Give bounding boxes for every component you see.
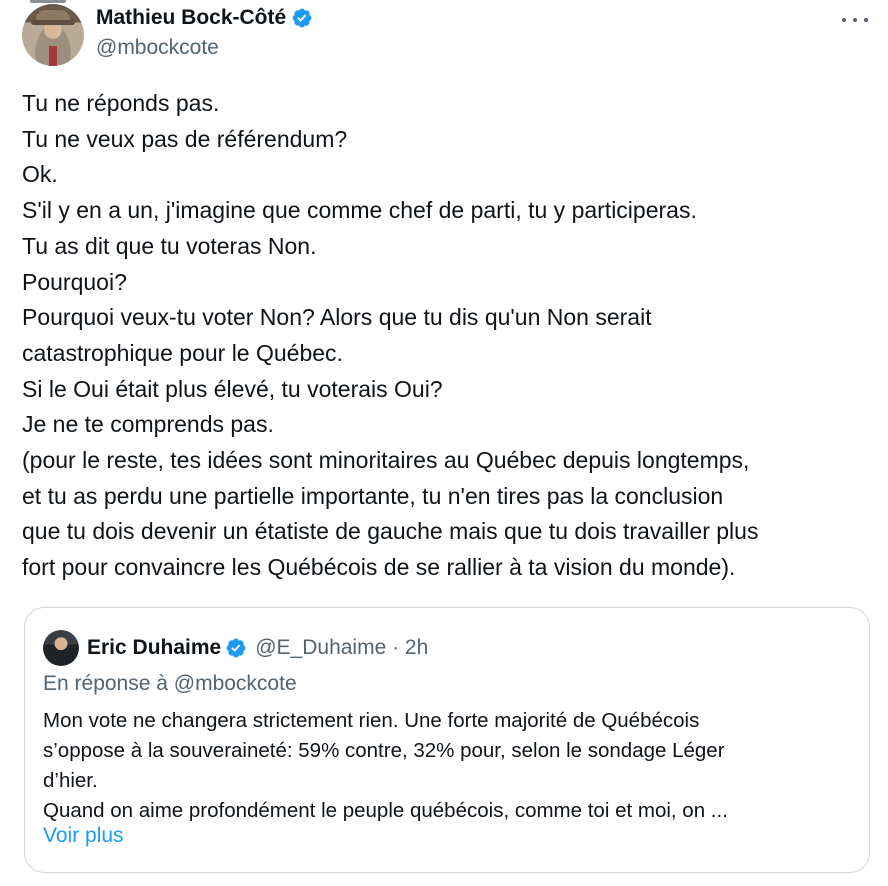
- more-options-icon[interactable]: [842, 10, 868, 30]
- quoted-tweet-card[interactable]: Eric Duhaime @E_Duhaime · 2h En réponse …: [24, 607, 870, 873]
- show-more-link[interactable]: Voir plus: [43, 824, 124, 848]
- verified-badge-icon: [292, 8, 312, 28]
- tweet-line: Tu ne réponds pas.: [22, 90, 220, 116]
- quoted-author-avatar[interactable]: [43, 630, 79, 666]
- tweet-line: fort pour convaincre les Québécois de se…: [22, 554, 736, 581]
- author-avatar[interactable]: [22, 4, 84, 66]
- tweet-body: Tu ne réponds pas. Tu ne veux pas de réf…: [22, 86, 872, 586]
- author-handle[interactable]: @mbockcote: [96, 36, 219, 60]
- tweet-line: que tu dois devenir un étatiste de gauch…: [22, 518, 759, 545]
- more-dot: [853, 18, 857, 22]
- verified-badge-icon: [226, 638, 246, 658]
- quoted-handle-time[interactable]: @E_Duhaime · 2h: [255, 636, 428, 660]
- tweet-line: S'il y en a un, j'imagine que comme chef…: [22, 197, 697, 224]
- quoted-tweet-header: Eric Duhaime @E_Duhaime · 2h: [43, 630, 428, 666]
- quoted-tweet-body: Mon vote ne changera strictement rien. U…: [43, 706, 853, 826]
- avatar-hat-brim-shape: [31, 20, 75, 25]
- author-name[interactable]: Mathieu Bock-Côté: [96, 6, 286, 30]
- more-dot: [864, 18, 868, 22]
- tweet-line: Pourquoi?: [22, 268, 127, 295]
- author-name-row: Mathieu Bock-Côté: [96, 6, 313, 30]
- avatar-tie-shape: [49, 46, 57, 66]
- tweet-line: Tu as dit que tu voteras Non.: [22, 232, 317, 259]
- tweet-line: Je ne te comprends pas.: [22, 411, 274, 438]
- tweet-line: (pour le reste, tes idées sont minoritai…: [22, 447, 750, 474]
- top-divider: [30, 0, 66, 3]
- quoted-line: d’hier.: [43, 769, 98, 792]
- tweet-line: Ok.: [22, 161, 58, 188]
- more-dot: [842, 18, 846, 22]
- tweet-line: Si le Oui était plus élevé, tu voterais …: [22, 375, 443, 402]
- reply-context: En réponse à @mbockcote: [43, 672, 297, 695]
- quoted-author-name[interactable]: Eric Duhaime: [87, 636, 221, 660]
- quoted-line: s’oppose à la souveraineté: 59% contre, …: [43, 739, 725, 762]
- quoted-line: Quand on aime profondément le peuple qué…: [43, 799, 728, 822]
- tweet-line: catastrophique pour le Québec.: [22, 339, 343, 366]
- tweet-line: Tu ne veux pas de référendum?: [22, 125, 348, 152]
- quoted-line: Mon vote ne changera strictement rien. U…: [43, 709, 700, 732]
- tweet-header: Mathieu Bock-Côté @mbockcote: [22, 4, 872, 66]
- tweet-line: Pourquoi veux-tu voter Non? Alors que tu…: [22, 304, 652, 331]
- tweet-line: et tu as perdu une partielle importante,…: [22, 482, 724, 509]
